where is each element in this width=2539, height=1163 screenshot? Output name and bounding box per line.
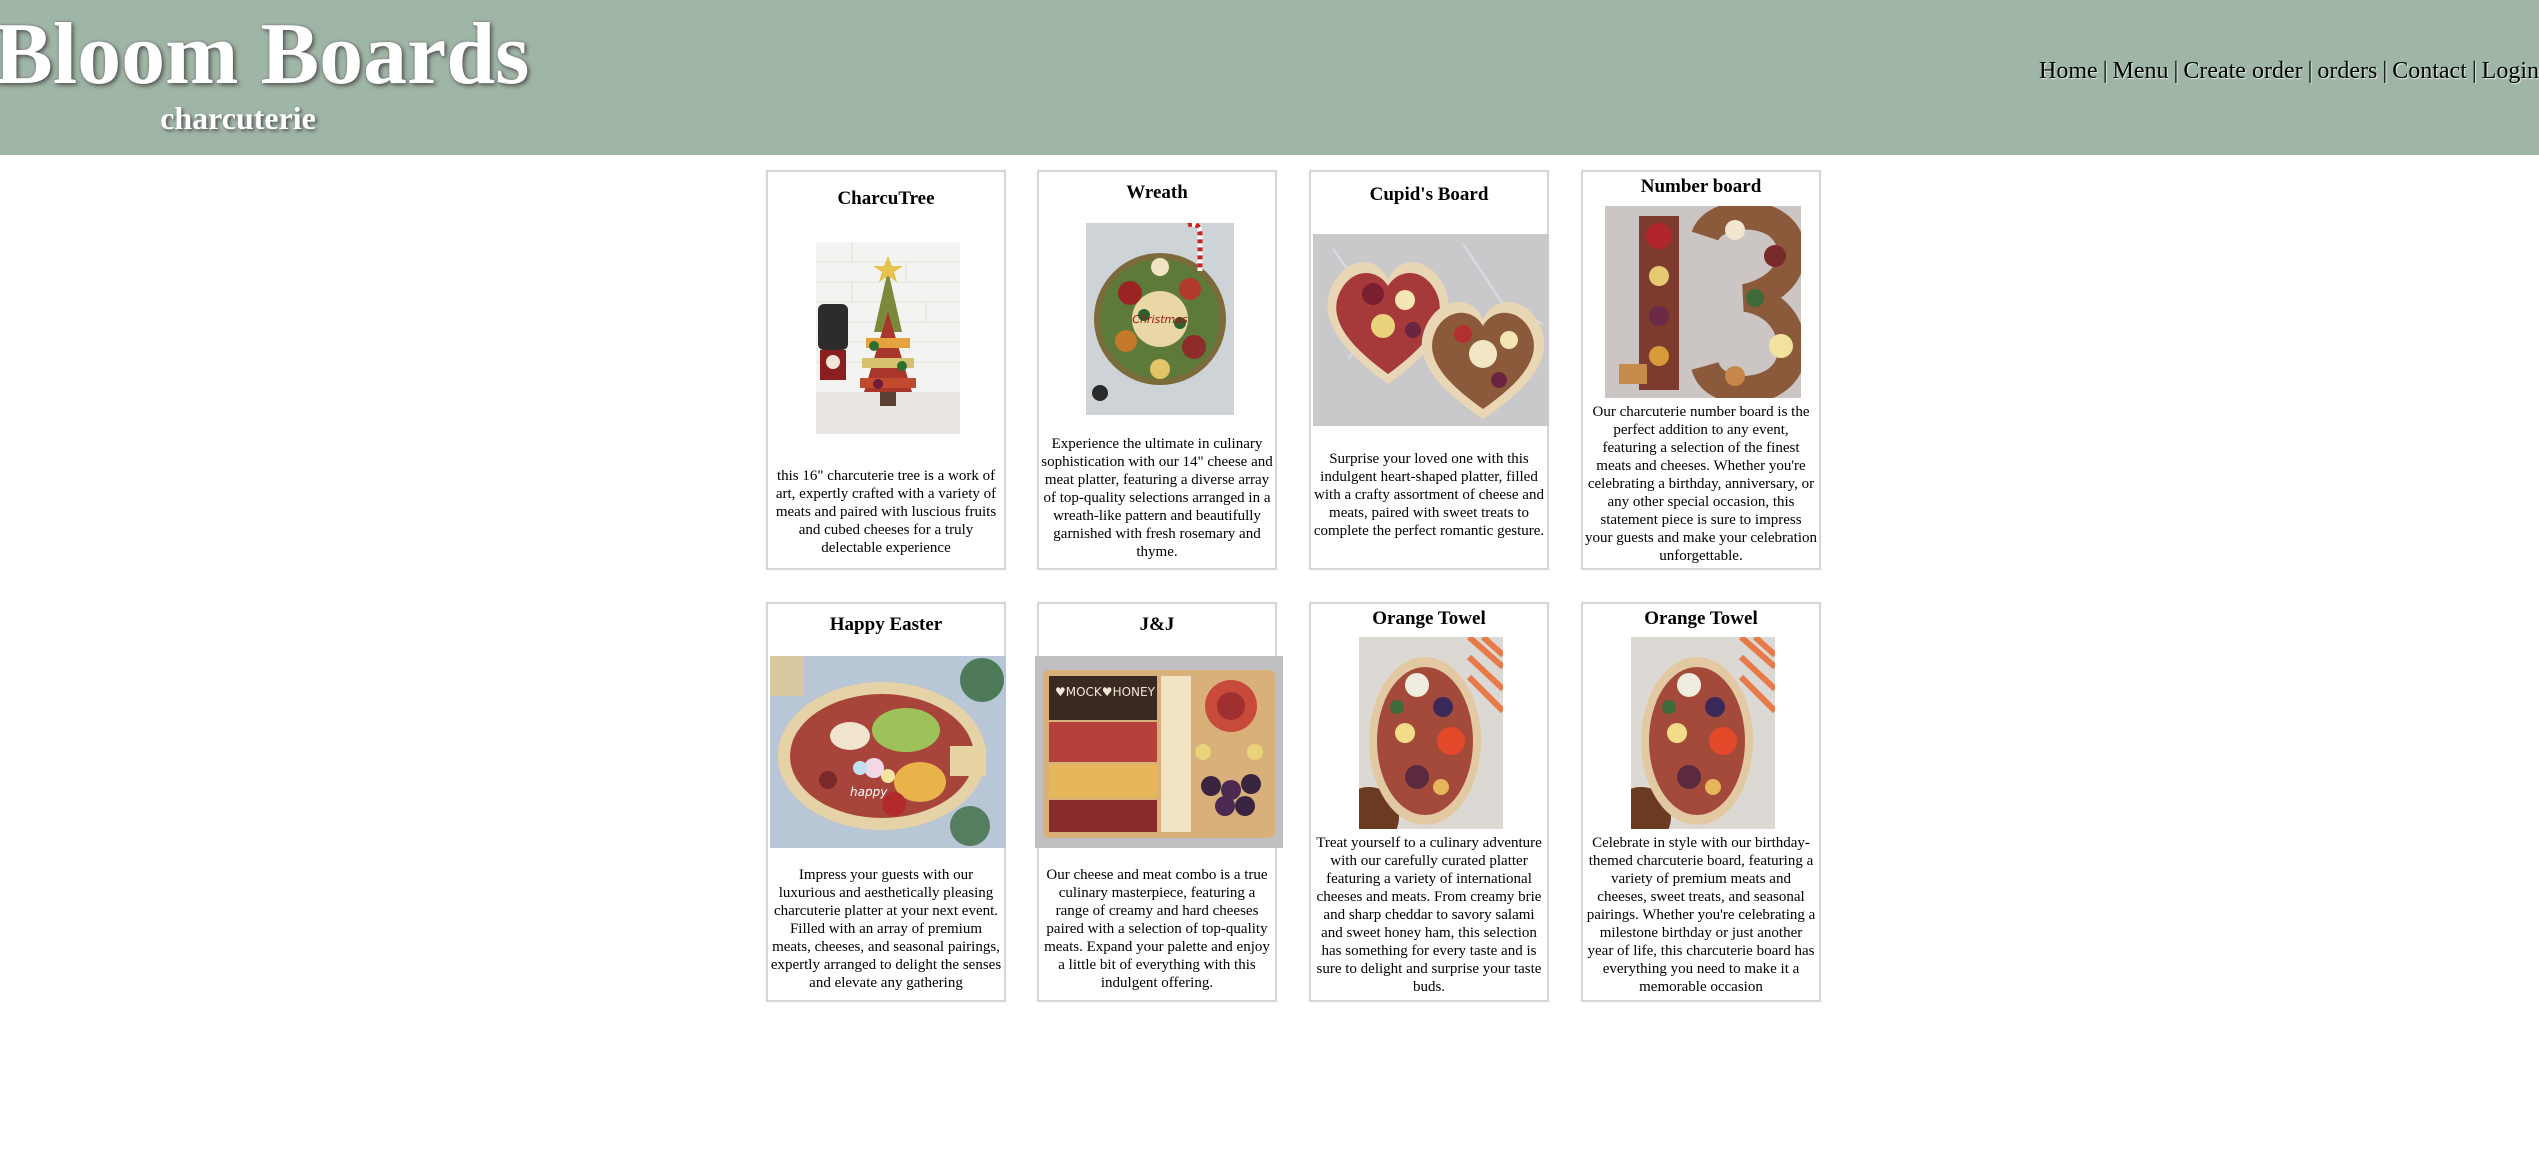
nav-orders-link[interactable]: orders: [2317, 58, 2377, 84]
easter-board-photo: happy: [770, 656, 1006, 848]
nav-home-link[interactable]: Home: [2039, 58, 2098, 84]
product-description: Treat yourself to a culinary adventure w…: [1316, 835, 1542, 995]
product-card-orange-towel[interactable]: Orange Towel Treat yourself to a culinar…: [1309, 602, 1549, 1002]
product-description: Our charcuterie number board is the perf…: [1585, 404, 1818, 564]
brand-title[interactable]: Bloom Boards: [0, 2, 529, 108]
nav-separator: |: [2173, 58, 2179, 84]
nav-separator: |: [2471, 58, 2477, 84]
product-title: Wreath: [1126, 182, 1188, 203]
site-header: Bloom Boards charcuterie Home | Menu | Creat…: [0, 0, 2539, 155]
number-13-board-photo: [1605, 206, 1801, 398]
product-title: J&J: [1139, 614, 1175, 635]
brand-subtitle: charcuterie: [160, 100, 316, 136]
svg-text:♥MOCK♥HONEY: ♥MOCK♥HONEY: [1055, 685, 1156, 699]
svg-text:Christmas: Christmas: [1132, 313, 1188, 326]
nav-login-link[interactable]: Login: [2482, 58, 2539, 84]
product-card-cupids-board[interactable]: Cupid's Board Surprise your loved one wi…: [1309, 170, 1549, 570]
heart-boards-photo: [1313, 234, 1549, 426]
nav-menu-link[interactable]: Menu: [2113, 58, 2169, 84]
orange-towel-board-photo: [1359, 637, 1503, 829]
product-card-wreath[interactable]: Wreath Christmas Experience the ultimate…: [1037, 170, 1277, 570]
nav-separator: |: [2382, 58, 2388, 84]
product-card-happy-easter[interactable]: Happy Easter happy Impress your guests w…: [766, 602, 1006, 1002]
nav-create-order-link[interactable]: Create order: [2183, 58, 2302, 84]
product-description: Our cheese and meat combo is a true culi…: [1044, 867, 1270, 991]
jj-board-photo: ♥MOCK♥HONEY: [1035, 656, 1283, 848]
product-title: Orange Towel: [1644, 608, 1758, 629]
product-title: Happy Easter: [829, 614, 943, 635]
product-card-orange-towel-birthday[interactable]: Orange Towel Celebrate in style with our…: [1581, 602, 1821, 1002]
wreath-board-photo: Christmas: [1086, 223, 1234, 415]
product-description: this 16" charcuterie tree is a work of a…: [775, 468, 997, 556]
product-card-charcutree[interactable]: CharcuTree this 16" charcuterie tree is …: [766, 170, 1006, 570]
product-title: Number board: [1640, 176, 1762, 197]
main-nav: Home | Menu | Create order | orders | Contact | Lo…: [2039, 58, 2539, 85]
orange-towel-board-photo: [1631, 637, 1775, 829]
product-description: Experience the ultimate in culinary soph…: [1041, 436, 1273, 560]
nav-contact-link[interactable]: Contact: [2392, 58, 2467, 84]
svg-text:happy: happy: [850, 785, 888, 799]
product-card-number-board[interactable]: Number board Our charcuterie number boar…: [1581, 170, 1821, 570]
product-title: Cupid's Board: [1369, 184, 1489, 205]
product-title: Orange Towel: [1372, 608, 1486, 629]
product-description: Surprise your loved one with this indulg…: [1313, 451, 1545, 539]
product-description: Impress your guests with our luxurious a…: [770, 867, 1002, 991]
product-title: CharcuTree: [837, 188, 935, 209]
nav-separator: |: [2102, 58, 2108, 84]
product-card-jj[interactable]: J&J ♥MOCK♥HONEY Our cheese and meat comb…: [1035, 602, 1283, 1002]
nav-separator: |: [2307, 58, 2313, 84]
product-description: Celebrate in style with our birthday-the…: [1586, 835, 1816, 995]
charcuterie-tree-photo: [816, 242, 960, 434]
